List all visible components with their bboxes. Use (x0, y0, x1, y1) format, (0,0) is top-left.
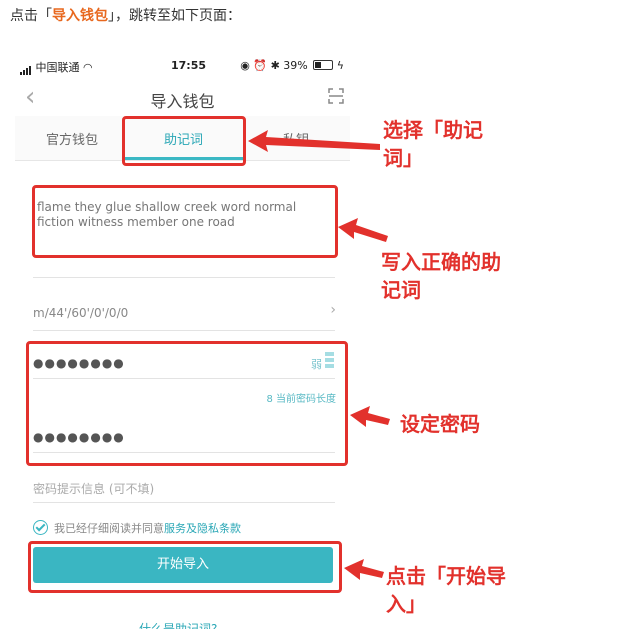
annotation-text: 点击「开始导 入」 (386, 564, 506, 616)
arrow-start (344, 559, 384, 580)
annotation-text: 选择「助记 词」 (383, 118, 483, 170)
annotation-arrows (248, 130, 390, 580)
annotation-set-password: 设定密码 (400, 410, 480, 438)
arrow-tab (248, 130, 380, 152)
arrow-password (350, 406, 390, 427)
arrow-mnemonic (338, 218, 388, 242)
annotation-enter-mnemonic: 写入正确的助 记词 (381, 248, 501, 304)
annotation-select-tab: 选择「助记 词」 (383, 116, 483, 172)
annotation-text: 设定密码 (400, 412, 480, 436)
annotation-text: 写入正确的助 记词 (381, 250, 501, 302)
annotation-click-start: 点击「开始导 入」 (386, 562, 506, 618)
